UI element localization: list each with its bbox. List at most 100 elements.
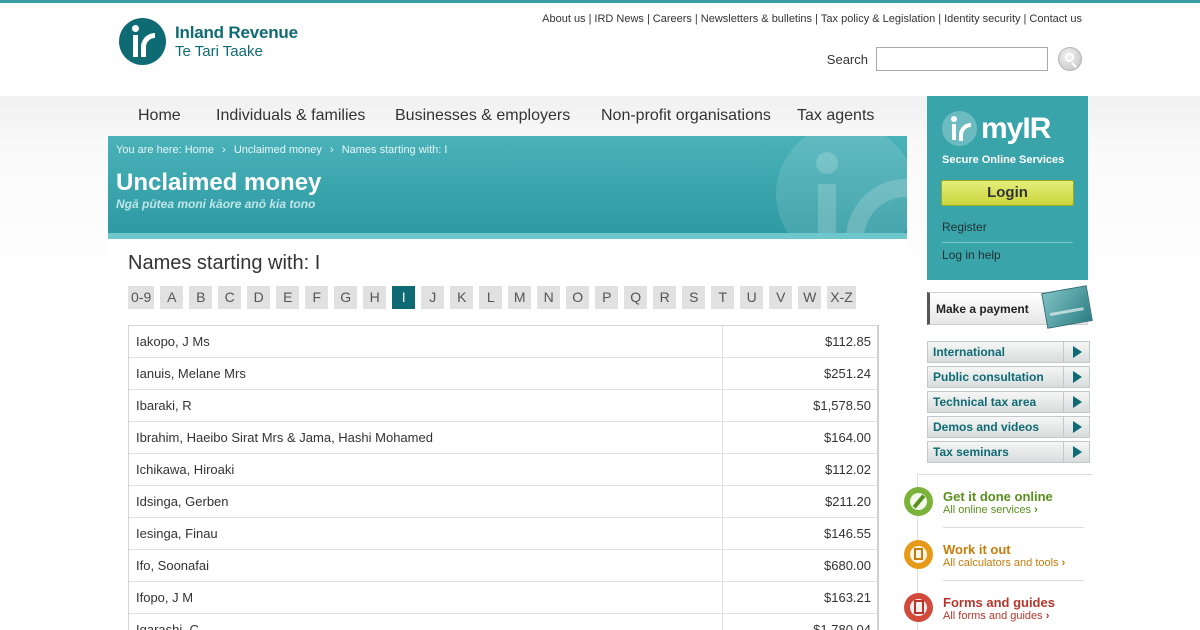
- letter-s[interactable]: S: [682, 286, 706, 309]
- letter-l[interactable]: L: [479, 286, 503, 309]
- quick-link-demos-and-videos[interactable]: Demos and videos: [927, 416, 1090, 438]
- search-label: Search: [826, 51, 868, 67]
- feature-subtitle[interactable]: All calculators and tools ›: [943, 557, 1065, 569]
- letter-i[interactable]: I: [392, 286, 416, 309]
- letter-f[interactable]: F: [305, 286, 329, 309]
- nav-individuals[interactable]: Individuals & families: [216, 107, 365, 125]
- quick-link-technical-tax-area[interactable]: Technical tax area: [927, 391, 1090, 413]
- util-link-contact[interactable]: Contact us: [1029, 13, 1082, 25]
- row-name: Ifo, Soonafai: [129, 550, 724, 581]
- letter-u[interactable]: U: [740, 286, 764, 309]
- row-amount: $112.02: [824, 462, 871, 477]
- letter-e[interactable]: E: [276, 286, 300, 309]
- table-row: Iesinga, Finau $146.55: [129, 518, 877, 550]
- search-input[interactable]: [876, 47, 1048, 71]
- feature-subtitle[interactable]: All online services ›: [943, 504, 1038, 516]
- feature-forms-and-guides[interactable]: Forms and guides All forms and guides ›: [904, 581, 1094, 630]
- search-box: Search: [827, 47, 1082, 71]
- chevron-right-icon: ›: [1042, 610, 1050, 622]
- table-row: Idsinga, Gerben $211.20: [129, 486, 877, 518]
- breadcrumb-item-unclaimed[interactable]: Unclaimed money: [234, 144, 322, 156]
- letter-0-9[interactable]: 0-9: [128, 286, 155, 309]
- login-button[interactable]: Login: [941, 180, 1074, 206]
- myir-logo-icon: [942, 111, 977, 146]
- util-link-identity[interactable]: Identity security: [944, 13, 1020, 25]
- breadcrumb: You are here: Home › Unclaimed money › N…: [116, 144, 447, 156]
- row-amount: $1,780.04: [813, 622, 871, 630]
- make-payment-button[interactable]: Make a payment: [927, 285, 1093, 329]
- quick-link-tax-seminars[interactable]: Tax seminars: [927, 441, 1090, 463]
- letter-a[interactable]: A: [160, 286, 184, 309]
- ird-logo[interactable]: Inland Revenue Te Tari Taake: [119, 18, 298, 65]
- letter-x-z[interactable]: X-Z: [827, 286, 856, 309]
- feature-title: Forms and guides: [943, 595, 1055, 610]
- letter-h[interactable]: H: [363, 286, 387, 309]
- util-link-tax-policy[interactable]: Tax policy & Legislation: [821, 13, 935, 25]
- letter-n[interactable]: N: [537, 286, 561, 309]
- calculator-icon: [904, 540, 933, 569]
- page-subtitle: Ngā pūtea moni kāore anō kia tono: [116, 197, 316, 211]
- ird-watermark-icon: [776, 136, 907, 239]
- feature-subtitle[interactable]: All forms and guides ›: [943, 610, 1049, 622]
- feature-get-it-done-online[interactable]: Get it done online All online services ›: [904, 475, 1094, 528]
- letter-g[interactable]: G: [334, 286, 358, 309]
- feature-links: Get it done online All online services › W…: [904, 474, 1094, 630]
- nav-tax-agents[interactable]: Tax agents: [797, 107, 874, 125]
- page-title: Unclaimed money: [116, 169, 322, 196]
- quick-link-international[interactable]: International: [927, 341, 1090, 363]
- quick-link-label: Demos and videos: [933, 420, 1040, 434]
- myir-name: myIR: [981, 111, 1051, 145]
- letter-r[interactable]: R: [653, 286, 677, 309]
- arrow-right-icon: [1063, 442, 1089, 462]
- row-name: Iakopo, J Ms: [129, 326, 724, 357]
- table-row: Ichikawa, Hiroaki $112.02: [129, 454, 877, 486]
- search-button[interactable]: [1058, 47, 1082, 71]
- letter-k[interactable]: K: [450, 286, 474, 309]
- row-name: Idsinga, Gerben: [129, 486, 724, 517]
- myir-panel: myIR Secure Online Services Login Regist…: [927, 96, 1088, 280]
- register-link[interactable]: Register: [942, 220, 987, 234]
- table-row: Ibaraki, R $1,578.50: [129, 390, 877, 422]
- document-icon: [904, 593, 933, 622]
- credit-card-icon: [1041, 285, 1093, 329]
- make-payment-label: Make a payment: [936, 302, 1029, 316]
- nav-home[interactable]: Home: [138, 107, 181, 125]
- nav-businesses[interactable]: Businesses & employers: [395, 107, 570, 125]
- util-link-careers[interactable]: Careers: [653, 13, 692, 25]
- login-help-link[interactable]: Log in help: [942, 248, 1001, 262]
- section-heading: Names starting with: I: [128, 252, 321, 274]
- quick-link-label: International: [933, 345, 1006, 359]
- row-amount: $112.85: [824, 334, 871, 349]
- nav-non-profit[interactable]: Non-profit organisations: [601, 107, 771, 125]
- util-link-news[interactable]: IRD News: [594, 13, 644, 25]
- logo-name-en: Inland Revenue: [175, 22, 298, 42]
- letter-b[interactable]: B: [189, 286, 213, 309]
- letter-p[interactable]: P: [595, 286, 619, 309]
- letter-o[interactable]: O: [566, 286, 590, 309]
- letter-t[interactable]: T: [711, 286, 735, 309]
- letter-q[interactable]: Q: [624, 286, 648, 309]
- feature-title: Get it done online: [943, 489, 1053, 504]
- row-name: Igarashi, C: [129, 614, 724, 630]
- ird-logo-icon: [119, 18, 166, 65]
- util-link-about[interactable]: About us: [542, 13, 585, 25]
- letter-j[interactable]: J: [421, 286, 445, 309]
- row-amount: $146.55: [824, 526, 871, 541]
- letter-d[interactable]: D: [247, 286, 271, 309]
- row-name: Ichikawa, Hiroaki: [129, 454, 724, 485]
- row-name: Iesinga, Finau: [129, 518, 724, 549]
- table-row: Ibrahim, Haeibo Sirat Mrs & Jama, Hashi …: [129, 422, 877, 454]
- row-name: Ianuis, Melane Mrs: [129, 358, 724, 389]
- chevron-right-icon: ›: [1031, 504, 1038, 516]
- breadcrumb-item-home[interactable]: Home: [185, 144, 214, 156]
- quick-link-label: Tax seminars: [933, 445, 1009, 459]
- letter-v[interactable]: V: [769, 286, 793, 309]
- quick-link-public-consultation[interactable]: Public consultation: [927, 366, 1090, 388]
- letter-m[interactable]: M: [508, 286, 532, 309]
- letter-c[interactable]: C: [218, 286, 242, 309]
- table-row: Ifo, Soonafai $680.00: [129, 550, 877, 582]
- feature-subtitle-text: All online services: [943, 504, 1032, 516]
- util-link-newsletters[interactable]: Newsletters & bulletins: [701, 13, 812, 25]
- feature-work-it-out[interactable]: Work it out All calculators and tools ›: [904, 528, 1094, 581]
- letter-w[interactable]: W: [798, 286, 822, 309]
